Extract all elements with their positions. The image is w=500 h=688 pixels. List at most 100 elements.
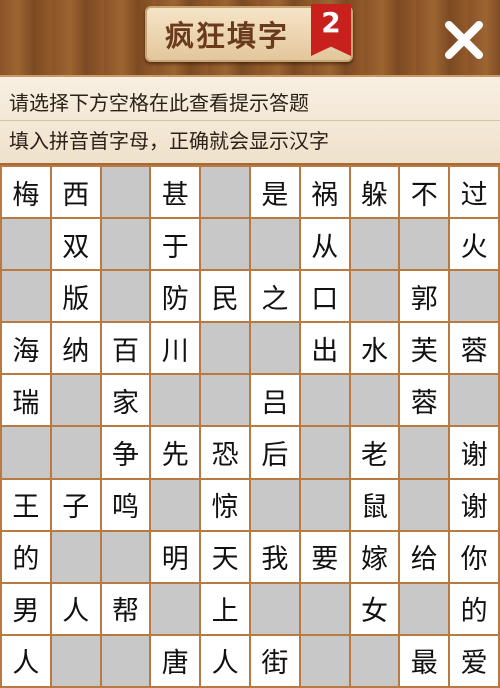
grid-cell-blank xyxy=(2,427,50,478)
grid-cell[interactable]: 芙 xyxy=(400,323,449,374)
grid-cell-blank xyxy=(2,271,50,322)
grid-cell[interactable]: 火 xyxy=(450,219,498,270)
crossword-grid: 梅西甚是祸躲不过双于从火版防民之口郭海纳百川出水芙蓉瑞家吕蓉争先恐后老谢王子鸣惊… xyxy=(0,165,500,688)
grid-cell[interactable]: 谢 xyxy=(450,427,498,478)
grid-cell[interactable]: 恐 xyxy=(201,427,249,478)
grid-cell[interactable]: 口 xyxy=(300,271,349,322)
grid-cell[interactable]: 甚 xyxy=(151,167,200,218)
grid-cell[interactable]: 郭 xyxy=(400,271,449,322)
grid-cell[interactable]: 水 xyxy=(350,323,399,374)
grid-cell[interactable]: 后 xyxy=(250,427,299,478)
grid-cell[interactable]: 男 xyxy=(2,583,50,634)
grid-cell-blank xyxy=(250,219,299,270)
grid-cell[interactable]: 出 xyxy=(300,323,349,374)
grid-cell[interactable]: 川 xyxy=(151,323,200,374)
grid-cell-blank xyxy=(201,323,249,374)
grid-cell[interactable]: 上 xyxy=(201,583,249,634)
grid-cell[interactable]: 女 xyxy=(350,583,399,634)
grid-cell[interactable]: 街 xyxy=(250,635,299,686)
grid-cell[interactable]: 人 xyxy=(51,583,100,634)
grid-cell[interactable]: 明 xyxy=(151,531,200,582)
grid-cell-blank xyxy=(51,375,100,426)
grid-cell-blank xyxy=(300,635,349,686)
grid-cell[interactable]: 双 xyxy=(51,219,100,270)
grid-cell[interactable]: 从 xyxy=(300,219,349,270)
grid-cell[interactable]: 鼠 xyxy=(350,479,399,530)
game-title: 疯狂填字 xyxy=(165,19,290,53)
grid-cell[interactable]: 唐 xyxy=(151,635,200,686)
grid-cell[interactable]: 祸 xyxy=(300,167,349,218)
grid-cell-blank xyxy=(151,375,200,426)
grid-cell-blank xyxy=(151,583,200,634)
hint-panel: 请选择下方空格在此查看提示答题 填入拼音首字母，正确就会显示汉字 xyxy=(0,75,500,165)
grid-cell-blank xyxy=(350,271,399,322)
grid-cell[interactable]: 人 xyxy=(2,635,50,686)
grid-cell[interactable]: 防 xyxy=(151,271,200,322)
grid-cell-blank xyxy=(101,271,150,322)
grid-cell[interactable]: 版 xyxy=(51,271,100,322)
grid-cell-blank xyxy=(151,479,200,530)
grid-cell-blank xyxy=(400,583,449,634)
grid-cell-blank xyxy=(350,219,399,270)
grid-cell[interactable]: 过 xyxy=(450,167,498,218)
grid-cell-blank xyxy=(300,427,349,478)
hint-text-input: 填入拼音首字母，正确就会显示汉字 xyxy=(9,129,329,153)
grid-cell[interactable]: 吕 xyxy=(250,375,299,426)
grid-cell[interactable]: 是 xyxy=(250,167,299,218)
grid-cell-blank xyxy=(450,375,498,426)
grid-cell-blank xyxy=(201,167,249,218)
grid-cell-blank xyxy=(51,427,100,478)
close-button[interactable] xyxy=(438,14,490,66)
grid-cell-blank xyxy=(101,167,150,218)
grid-cell[interactable]: 西 xyxy=(51,167,100,218)
grid-cell[interactable]: 人 xyxy=(201,635,249,686)
grid-cell[interactable]: 蓉 xyxy=(450,323,498,374)
grid-cell[interactable]: 鸣 xyxy=(101,479,150,530)
grid-cell[interactable]: 海 xyxy=(2,323,50,374)
grid-cell[interactable]: 老 xyxy=(350,427,399,478)
grid-cell[interactable]: 先 xyxy=(151,427,200,478)
grid-cell-blank xyxy=(51,531,100,582)
grid-cell[interactable]: 瑞 xyxy=(2,375,50,426)
grid-cell[interactable]: 不 xyxy=(400,167,449,218)
grid-cell[interactable]: 的 xyxy=(450,583,498,634)
grid-cell[interactable]: 家 xyxy=(101,375,150,426)
grid-cell[interactable]: 我 xyxy=(250,531,299,582)
grid-cell[interactable]: 蓉 xyxy=(400,375,449,426)
grid-cell[interactable]: 躲 xyxy=(350,167,399,218)
grid-cell-blank xyxy=(2,219,50,270)
grid-cell-blank xyxy=(250,323,299,374)
grid-cell-blank xyxy=(101,635,150,686)
grid-cell[interactable]: 爱 xyxy=(450,635,498,686)
grid-cell[interactable]: 民 xyxy=(201,271,249,322)
grid-cell[interactable]: 谢 xyxy=(450,479,498,530)
grid-cell-blank xyxy=(400,219,449,270)
grid-cell[interactable]: 帮 xyxy=(101,583,150,634)
grid-cell[interactable]: 最 xyxy=(400,635,449,686)
hint-text-select: 请选择下方空格在此查看提示答题 xyxy=(9,91,309,115)
grid-cell[interactable]: 争 xyxy=(101,427,150,478)
grid-cell[interactable]: 天 xyxy=(201,531,249,582)
grid-cell-blank xyxy=(400,427,449,478)
grid-cell[interactable]: 于 xyxy=(151,219,200,270)
grid-cell-blank xyxy=(400,479,449,530)
grid-cell[interactable]: 的 xyxy=(2,531,50,582)
grid-cell[interactable]: 嫁 xyxy=(350,531,399,582)
grid-cell[interactable]: 你 xyxy=(450,531,498,582)
grid-cell[interactable]: 梅 xyxy=(2,167,50,218)
grid-cell[interactable]: 给 xyxy=(400,531,449,582)
close-icon xyxy=(445,21,483,59)
grid-cell[interactable]: 子 xyxy=(51,479,100,530)
grid-cell-blank xyxy=(101,219,150,270)
grid-cell-blank xyxy=(201,219,249,270)
grid-cell[interactable]: 纳 xyxy=(51,323,100,374)
hint-divider xyxy=(0,120,500,121)
grid-cell[interactable]: 之 xyxy=(250,271,299,322)
grid-cell-blank xyxy=(450,271,498,322)
grid-cell-blank xyxy=(250,479,299,530)
grid-cell[interactable]: 惊 xyxy=(201,479,249,530)
grid-cell[interactable]: 王 xyxy=(2,479,50,530)
grid-cell-blank xyxy=(300,583,349,634)
grid-cell[interactable]: 百 xyxy=(101,323,150,374)
grid-cell[interactable]: 要 xyxy=(300,531,349,582)
